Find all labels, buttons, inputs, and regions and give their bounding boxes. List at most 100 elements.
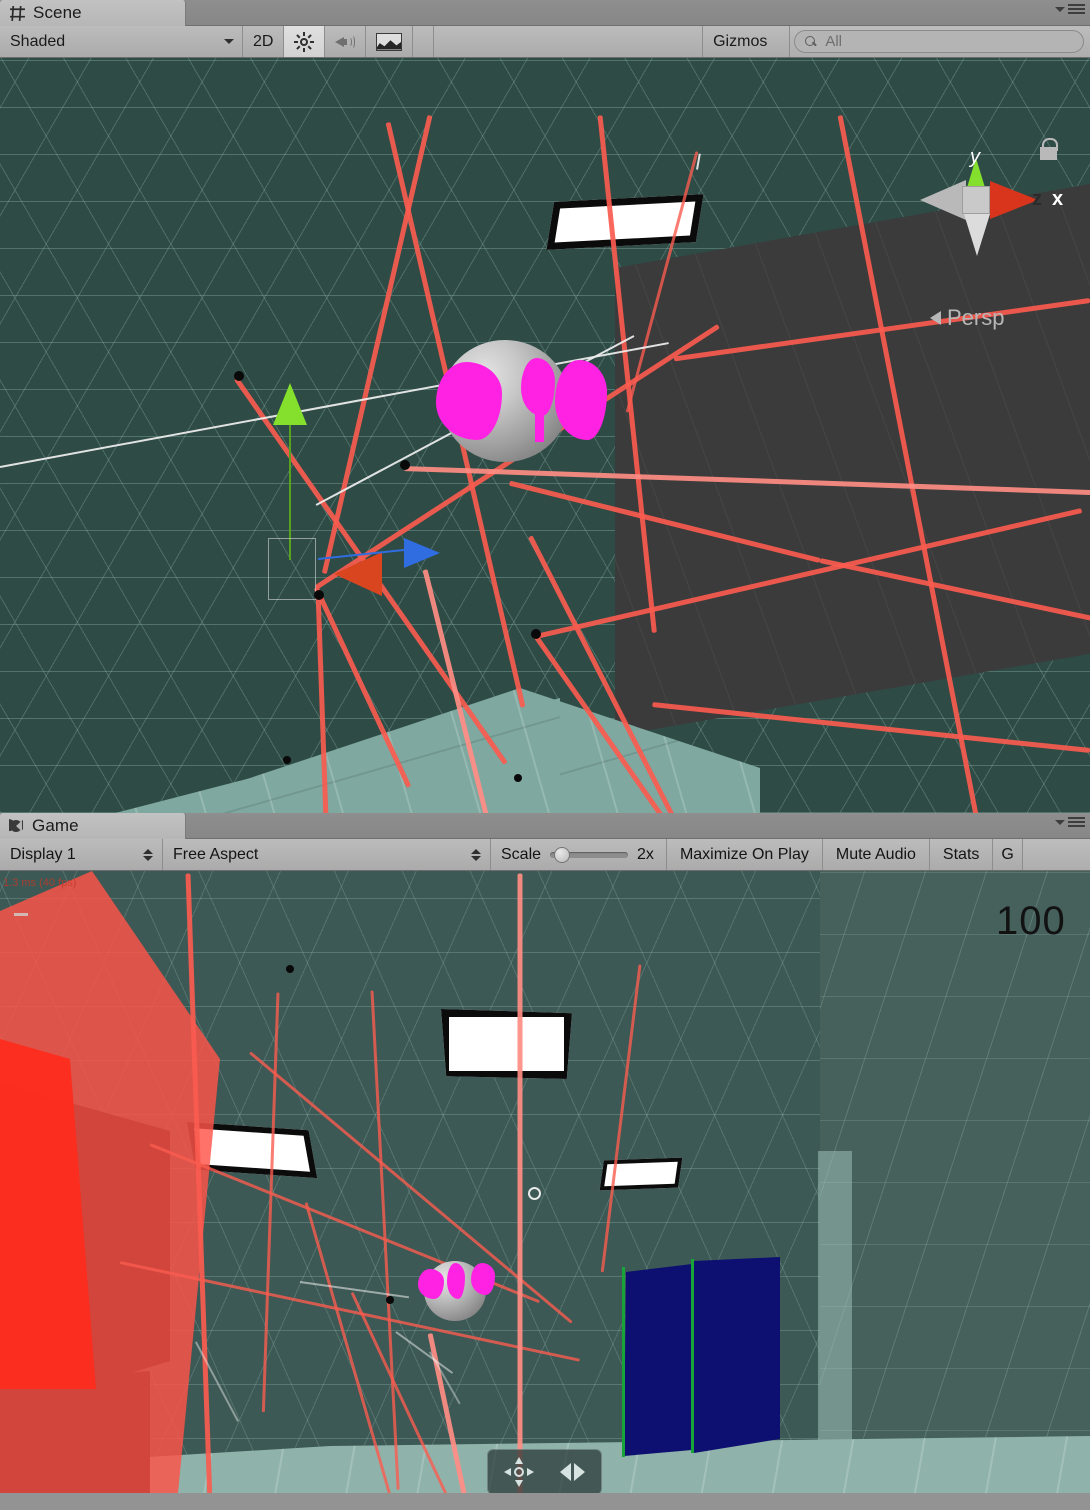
scene-node: [283, 756, 291, 764]
axis-negy-cone[interactable]: [964, 214, 990, 256]
scale-slider[interactable]: [550, 846, 629, 863]
toolbar-spacer: [434, 26, 703, 57]
scene-search-placeholder: All: [825, 33, 843, 50]
paint-splat: [535, 386, 544, 442]
gizmos-dropdown[interactable]: Gizmos: [702, 26, 791, 57]
tab-scene-label: Scene: [33, 3, 82, 22]
game-tabstrip: Game: [0, 813, 1090, 839]
scale-value: 2x: [637, 845, 654, 863]
search-icon: [805, 35, 817, 48]
left-right-arrows-icon[interactable]: [560, 1463, 585, 1481]
chevron-left-icon: [930, 311, 941, 325]
toggle-2d-button[interactable]: 2D: [243, 26, 285, 57]
chevron-down-icon[interactable]: [1055, 6, 1065, 12]
game-window-menu[interactable]: [1055, 817, 1085, 827]
stats-label: Stats: [942, 845, 980, 863]
gizmo-z-handle[interactable]: [404, 538, 440, 568]
scene-search-input[interactable]: All: [794, 30, 1084, 53]
hamburger-menu-icon[interactable]: [1068, 4, 1085, 14]
game-wall-pillar: [818, 1151, 852, 1471]
scene-panel: Scene Shaded 2D Gizmos All y z x Persp: [0, 0, 1090, 813]
stats-button[interactable]: Stats: [929, 839, 994, 870]
axis-y-label: y: [970, 146, 980, 168]
slider-knob[interactable]: [553, 846, 570, 863]
toggle-audio-button[interactable]: [325, 26, 367, 57]
maximize-on-play-button[interactable]: Maximize On Play: [666, 839, 823, 870]
mute-audio-button[interactable]: Mute Audio: [822, 839, 930, 870]
toggle-2d-label: 2D: [253, 32, 274, 50]
image-icon: [376, 32, 403, 51]
maximize-on-play-label: Maximize On Play: [679, 845, 809, 863]
aspect-label: Free Aspect: [173, 845, 259, 863]
score-display: 100: [996, 899, 1066, 943]
gizmo-x-handle[interactable]: [334, 552, 382, 596]
display-dropdown[interactable]: Display 1: [0, 839, 163, 870]
toggle-lighting-button[interactable]: [284, 26, 326, 57]
draw-mode-label: Shaded: [10, 32, 66, 50]
lock-icon[interactable]: [1040, 138, 1058, 160]
chevron-down-icon: [224, 39, 234, 44]
updown-icon: [143, 848, 153, 861]
aspect-dropdown[interactable]: Free Aspect: [163, 839, 491, 870]
effects-dropdown[interactable]: [413, 26, 435, 57]
scene-node: [234, 371, 244, 381]
gizmo-y-handle[interactable]: [273, 383, 307, 425]
gizmo-plane-handle[interactable]: [268, 538, 316, 600]
game-gizmos-label: G: [1001, 845, 1014, 863]
scene-node: [314, 590, 324, 600]
game-toolbar: Display 1 Free Aspect Scale 2x Maximize …: [0, 839, 1090, 871]
tab-game[interactable]: Game: [0, 813, 186, 839]
game-ring-node: [528, 1187, 541, 1200]
game-panel: Game Display 1 Free Aspect Scale 2x Maxi…: [0, 813, 1090, 1493]
game-door-left: [624, 1264, 692, 1456]
game-right-wall: [820, 871, 1090, 1493]
scene-ceiling-light: [546, 194, 704, 250]
toggle-effects-button[interactable]: [366, 26, 414, 57]
hud-dash: [14, 913, 28, 916]
game-node: [286, 965, 294, 973]
projection-label[interactable]: Persp: [930, 305, 1004, 331]
projection-text: Persp: [947, 305, 1005, 330]
grid-icon: [10, 5, 25, 21]
display-label: Display 1: [10, 845, 76, 863]
scene-window-menu[interactable]: [1055, 4, 1085, 14]
tab-game-label: Game: [32, 816, 79, 835]
touch-controls[interactable]: [487, 1449, 602, 1493]
axis-gizmo-hub[interactable]: [962, 186, 990, 214]
scale-slider-group[interactable]: Scale 2x: [491, 839, 667, 870]
scene-tabstrip: Scene: [0, 0, 1090, 26]
hamburger-menu-icon[interactable]: [1068, 817, 1085, 827]
updown-icon: [471, 848, 481, 861]
gizmos-label: Gizmos: [713, 32, 768, 50]
scene-node: [514, 774, 522, 782]
chevron-down-icon[interactable]: [1055, 819, 1065, 825]
laser-beam: [517, 873, 523, 1493]
dpad-icon[interactable]: [504, 1457, 534, 1487]
scale-label: Scale: [501, 845, 542, 863]
game-gizmos-button[interactable]: G: [993, 839, 1023, 870]
scene-node: [400, 460, 410, 470]
fps-counter: 1.3 ms (40 fps): [3, 877, 77, 889]
game-door-right: [694, 1257, 780, 1453]
axis-x-cone[interactable]: [990, 181, 1038, 219]
game-node: [386, 1296, 394, 1304]
tab-scene[interactable]: Scene: [0, 0, 186, 26]
scene-node: [531, 629, 541, 639]
scene-axis-gizmo[interactable]: y z x: [912, 136, 1090, 286]
game-viewport[interactable]: 1.3 ms (40 fps) 100: [0, 871, 1090, 1493]
sun-icon: [294, 31, 315, 52]
paint-splat: [471, 1263, 495, 1295]
mute-audio-label: Mute Audio: [835, 845, 916, 863]
paint-splat: [447, 1263, 465, 1299]
scene-toolbar: Shaded 2D Gizmos All: [0, 26, 1090, 58]
unity-editor-window: Scene Shaded 2D Gizmos All y z x Persp G…: [0, 0, 1090, 1510]
draw-mode-dropdown[interactable]: Shaded: [0, 26, 243, 57]
game-ceiling-light: [441, 1009, 572, 1079]
scene-viewport[interactable]: y z x Persp: [0, 58, 1090, 813]
game-door-edge: [622, 1267, 625, 1457]
axis-z-label: z: [1032, 188, 1042, 210]
speaker-icon: [335, 34, 356, 50]
unity-game-icon: [9, 819, 23, 832]
axis-negx-cone[interactable]: [920, 180, 966, 220]
game-door-edge: [691, 1259, 694, 1453]
